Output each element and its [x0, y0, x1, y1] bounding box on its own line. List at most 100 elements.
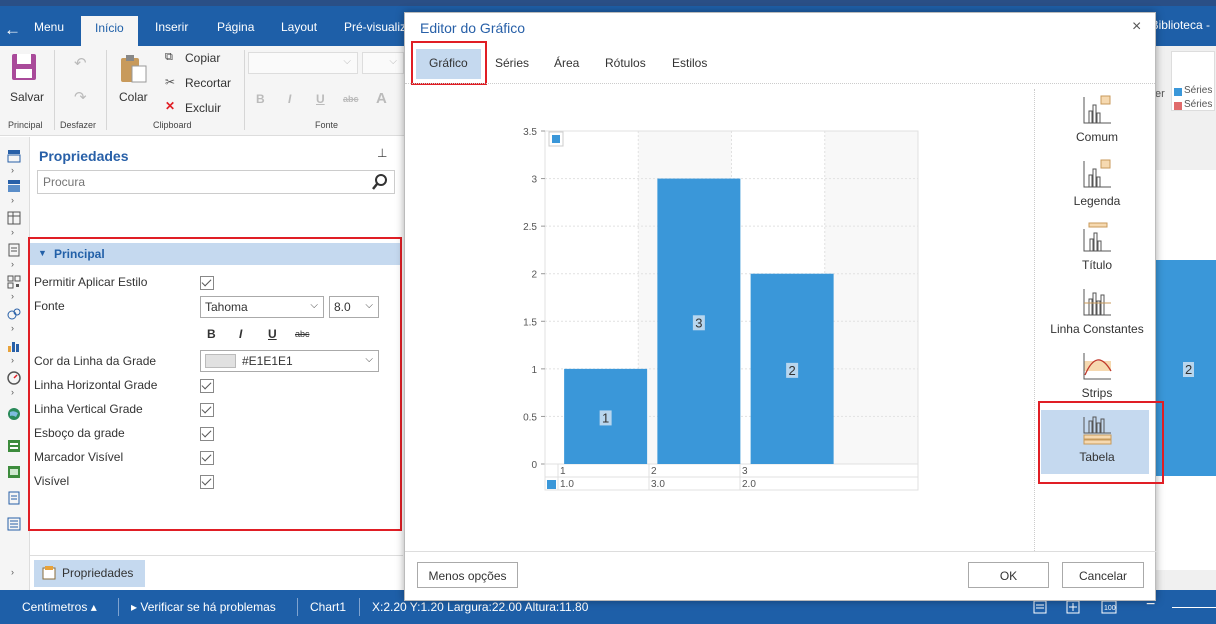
globe-icon[interactable] — [7, 407, 21, 421]
properties-tab-button[interactable]: Propriedades — [34, 560, 145, 587]
font-name-combo[interactable]: ⌵ — [248, 52, 358, 74]
component-name: Chart1 — [310, 600, 347, 614]
tab-estilos[interactable]: Estilos — [672, 56, 707, 70]
expand-arrow-icon[interactable]: › — [11, 355, 14, 365]
units-selector[interactable]: Centímetros ▴ — [22, 600, 97, 614]
chart-editor-dialog: Editor do Gráfico × Gráfico Séries Área … — [404, 12, 1164, 601]
x-tick-label: 1 — [560, 466, 566, 477]
page-view-icon[interactable] — [1033, 600, 1047, 614]
tab-pagina[interactable]: Página — [217, 20, 254, 34]
zoom-100-icon[interactable]: 100 — [1101, 600, 1117, 614]
partial-ribbon-text: er — [1155, 88, 1165, 100]
chart-icon[interactable] — [7, 339, 21, 353]
font-size-select[interactable]: 8.0 ⌵ — [329, 296, 379, 318]
font-color-button[interactable]: A — [376, 90, 387, 107]
redo-icon[interactable]: ↷ — [74, 88, 87, 106]
tab-area[interactable]: Área — [554, 56, 579, 70]
text-box-icon[interactable] — [7, 149, 21, 163]
y-tick-label: 3.5 — [523, 127, 537, 138]
grid-color-select[interactable]: #E1E1E1 ⌵ — [200, 350, 379, 372]
font-name-select[interactable]: Tahoma ⌵ — [200, 296, 324, 318]
underline-toggle[interactable]: U — [268, 327, 277, 341]
gauge-icon[interactable] — [7, 371, 21, 385]
visible-checkbox[interactable] — [200, 475, 214, 489]
principal-section-header[interactable]: ▼ Principal — [30, 243, 400, 265]
save-label: Salvar — [10, 90, 45, 104]
underline-button[interactable]: U — [316, 92, 325, 106]
delete-button[interactable]: Excluir — [185, 101, 221, 115]
paste-button[interactable] — [118, 52, 148, 87]
strips-icon — [1083, 353, 1112, 380]
background-bar-label: 2 — [1183, 362, 1195, 377]
ok-button[interactable]: OK — [968, 562, 1049, 588]
hgrid-checkbox[interactable] — [200, 379, 214, 393]
font-size-combo[interactable]: ⌵ — [362, 52, 404, 74]
outline-checkbox[interactable] — [200, 427, 214, 441]
page-icon[interactable] — [7, 491, 21, 505]
expand-arrow-icon[interactable]: › — [11, 165, 14, 175]
undo-icon[interactable]: ↶ — [74, 54, 87, 72]
tab-pre-visualizar[interactable]: Pré-visualiz — [344, 20, 406, 34]
tab-inserir[interactable]: Inserir — [155, 20, 188, 34]
list-icon[interactable] — [7, 517, 21, 531]
check-problems-button[interactable]: ▸ Verificar se há problemas — [131, 600, 276, 614]
vgrid-checkbox[interactable] — [200, 403, 214, 417]
strikethrough-toggle[interactable]: abc — [295, 329, 310, 339]
search-input[interactable] — [38, 171, 358, 193]
less-options-button[interactable]: Menos opções — [417, 562, 518, 588]
marker-label: Marcador Visível — [34, 450, 124, 464]
expand-arrow-icon[interactable]: › — [11, 195, 14, 205]
barcode-icon[interactable] — [7, 275, 21, 289]
table-value: 2.0 — [742, 479, 756, 490]
tab-series[interactable]: Séries — [495, 56, 529, 70]
bold-toggle[interactable]: B — [207, 327, 216, 341]
allow-style-checkbox[interactable] — [200, 276, 214, 290]
collapse-rail-icon[interactable]: › — [11, 567, 14, 577]
library-menu[interactable]: Biblioteca - — [1151, 18, 1210, 32]
shapes-icon[interactable] — [7, 307, 21, 321]
hgrid-label: Linha Horizontal Grade — [34, 378, 158, 392]
chart-type-strips[interactable]: Strips — [1043, 349, 1151, 400]
back-arrow-icon[interactable]: ← — [4, 20, 21, 40]
expand-arrow-icon[interactable]: › — [11, 387, 14, 397]
expand-arrow-icon[interactable]: › — [11, 291, 14, 301]
tab-layout[interactable]: Layout — [281, 20, 317, 34]
bold-button[interactable]: B — [256, 92, 265, 106]
chart-type-tabela[interactable]: Tabela — [1043, 413, 1151, 464]
pin-icon[interactable]: ⊥ — [377, 146, 387, 160]
chart-type-comum[interactable]: Comum — [1043, 93, 1151, 144]
search-icon[interactable] — [372, 174, 388, 190]
table-icon[interactable] — [7, 211, 21, 225]
expand-arrow-icon[interactable]: › — [11, 227, 14, 237]
cut-icon: ✂ — [165, 75, 176, 89]
toolbox-rail: › › › › › › › › › — [0, 137, 30, 590]
document-icon[interactable] — [7, 243, 21, 257]
y-tick-label: 0 — [531, 460, 537, 471]
italic-button[interactable]: I — [288, 92, 291, 106]
panel-icon[interactable] — [7, 179, 21, 193]
table-value: 3.0 — [651, 479, 665, 490]
chart-type-linha-constantes[interactable]: Linha Constantes — [1043, 285, 1151, 336]
menu-button[interactable]: Menu — [34, 20, 64, 34]
cancel-button[interactable]: Cancelar — [1062, 562, 1144, 588]
outline-label: Esboço da grade — [34, 426, 125, 440]
italic-toggle[interactable]: I — [239, 327, 242, 341]
fit-page-icon[interactable] — [1066, 600, 1080, 614]
expand-arrow-icon[interactable]: › — [11, 323, 14, 333]
save-button[interactable] — [10, 52, 38, 85]
cut-button[interactable]: Recortar — [185, 76, 231, 90]
tab-rotulos[interactable]: Rótulos — [605, 56, 646, 70]
strikethrough-button[interactable]: abc — [343, 94, 359, 104]
background-bar: 2 — [1155, 260, 1216, 476]
marker-checkbox[interactable] — [200, 451, 214, 465]
tab-grafico[interactable]: Gráfico — [429, 56, 468, 70]
chart-type-legenda[interactable]: Legenda — [1043, 157, 1151, 208]
background-canvas: er Séries Séries 2 — [1155, 46, 1216, 590]
zoom-slider[interactable] — [1172, 607, 1216, 608]
expand-arrow-icon[interactable]: › — [11, 259, 14, 269]
copy-button[interactable]: Copiar — [185, 51, 220, 65]
data-band-icon[interactable] — [7, 465, 21, 479]
sub-report-icon[interactable] — [7, 439, 21, 453]
close-icon[interactable]: × — [1132, 18, 1141, 36]
chart-type-titulo[interactable]: Título — [1043, 221, 1151, 272]
